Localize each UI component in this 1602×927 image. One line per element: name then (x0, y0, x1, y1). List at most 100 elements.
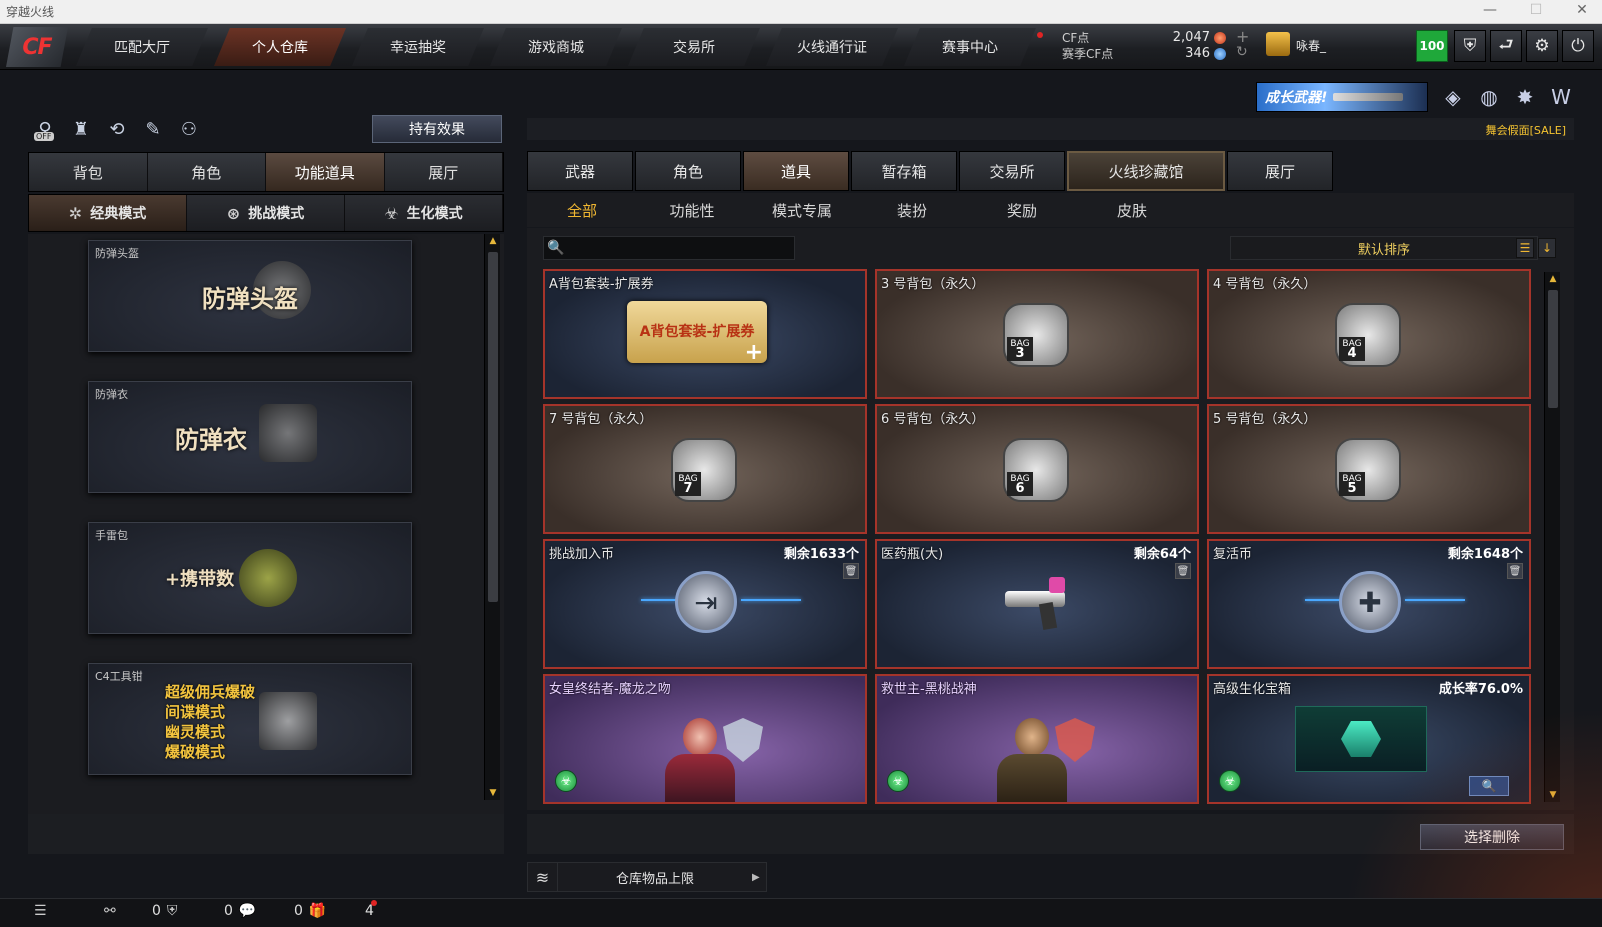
item-card[interactable]: 3 号背包（永久） BAG 3 (875, 269, 1199, 399)
badge-wing-icon[interactable]: ✸ (1512, 84, 1538, 110)
trash-icon[interactable]: 🗑 (1175, 563, 1191, 579)
level-badge[interactable]: 100 (1416, 30, 1448, 62)
item-card[interactable]: 4 号背包（永久） BAG 4 (1207, 269, 1531, 399)
logo-text: CF (22, 34, 52, 60)
scroll-thumb[interactable] (1548, 290, 1558, 408)
nav-tab-match-lobby[interactable]: 匹配大厅 (76, 28, 208, 66)
subtab-skins[interactable]: 皮肤 (1077, 193, 1187, 227)
notification-dot (371, 900, 377, 906)
equipment-vest[interactable]: 防弹衣 防弹衣 (88, 381, 412, 493)
sale-text[interactable]: 舞会假面[SALE] (1486, 122, 1566, 138)
shield-small-icon[interactable]: ⛨ (167, 903, 178, 919)
tab-character[interactable]: 角色 (635, 151, 741, 191)
season-cf-label: 赛季CF点 (1062, 47, 1114, 61)
friends-status[interactable]: ⚯ (104, 903, 116, 919)
left-scrollbar[interactable]: ▲ ▼ (484, 234, 500, 800)
history-icon[interactable]: ⟲ (102, 114, 132, 144)
item-card[interactable]: 复活币 剩余1648个 🗑 ✚ (1207, 539, 1531, 669)
maximize-icon[interactable]: ☐ (1518, 2, 1554, 18)
close-icon[interactable]: ✕ (1564, 2, 1600, 18)
magnify-icon[interactable]: 🔍 (1469, 776, 1509, 796)
mode-challenge[interactable]: ⊛ 挑战模式 (187, 195, 345, 231)
tab-collection-hall[interactable]: 火线珍藏馆 (1067, 151, 1225, 191)
nav-tab-events[interactable]: 赛事中心 (904, 28, 1036, 66)
cf-logo[interactable]: CF (6, 27, 68, 67)
scroll-up-icon[interactable]: ▲ (485, 234, 501, 248)
tab-weapons[interactable]: 武器 (527, 151, 633, 191)
gear-icon[interactable]: ⚙ (1526, 30, 1558, 62)
item-card[interactable]: 5 号背包（永久） BAG 5 (1207, 404, 1531, 534)
rank-avatar[interactable] (1266, 32, 1290, 56)
scroll-up-icon[interactable]: ▲ (1545, 272, 1561, 286)
power-icon[interactable]: ⏻ (1562, 30, 1594, 62)
tab-storage-box[interactable]: 暂存箱 (851, 151, 957, 191)
refresh-icon[interactable]: ↻ (1236, 44, 1248, 60)
item-card[interactable]: A背包套装-扩展券 A背包套装-扩展券 + (543, 269, 867, 399)
nav-tab-exchange[interactable]: 交易所 (628, 28, 760, 66)
chat-icon[interactable]: 💬 (239, 903, 256, 919)
nav-tab-lottery[interactable]: 幸运抽奖 (352, 28, 484, 66)
expansion-ticket-text: A背包套装-扩展券 (639, 324, 755, 340)
gun-cap (1049, 577, 1065, 593)
warehouse-capacity[interactable]: ≋ 仓库物品上限 ▶ (527, 862, 767, 892)
item-grid-scrollbar[interactable]: ▲ ▼ (1544, 272, 1560, 802)
search-input[interactable] (568, 237, 794, 259)
tab-exchange[interactable]: 交易所 (959, 151, 1065, 191)
trash-icon[interactable]: 🗑 (843, 563, 859, 579)
tab-functional-items[interactable]: 功能道具 (266, 153, 385, 191)
badge-v-icon[interactable]: ◈ (1440, 84, 1466, 110)
scroll-down-icon[interactable]: ▼ (1545, 788, 1561, 802)
gift-icon[interactable]: 🎁 (309, 903, 326, 919)
subtab-all[interactable]: 全部 (527, 193, 637, 227)
item-card[interactable]: 救世主-黑桃战神 ☣ (875, 674, 1199, 804)
sort-direction-icon[interactable]: ↓ (1538, 238, 1556, 258)
scroll-down-icon[interactable]: ▼ (485, 786, 501, 800)
select-delete-button[interactable]: 选择删除 (1420, 824, 1564, 850)
equipment-title: 防弹头盔 (202, 284, 298, 313)
hold-effect-button[interactable]: 持有效果 (372, 115, 502, 143)
trash-icon[interactable]: 🗑 (1507, 563, 1523, 579)
menu-list-icon[interactable]: ☰ (34, 903, 47, 919)
item-card[interactable]: 医药瓶(大) 剩余64个 🗑 (875, 539, 1199, 669)
edit-icon[interactable]: ✎ (138, 114, 168, 144)
c4-modes: 超级佣兵爆破 间谍模式 幽灵模式 爆破模式 (165, 682, 255, 762)
equipment-c4-pliers[interactable]: C4工具钳 超级佣兵爆破 间谍模式 幽灵模式 爆破模式 (88, 663, 412, 775)
nav-tab-pass[interactable]: 火线通行证 (766, 28, 898, 66)
mouse-icon[interactable]: ⚇ (174, 114, 204, 144)
subtab-mode-exclusive[interactable]: 模式专属 (747, 193, 857, 227)
return-icon[interactable]: ⮐ (1490, 30, 1522, 62)
mode-classic-label: 经典模式 (90, 206, 147, 222)
list-view-icon[interactable]: ☰ (1516, 238, 1534, 258)
emblem-shield (723, 718, 763, 762)
tab-items[interactable]: 道具 (743, 151, 849, 191)
subtab-functional[interactable]: 功能性 (637, 193, 747, 227)
item-card[interactable]: 高级生化宝箱 成长率76.0% ☣ 🔍 (1207, 674, 1531, 804)
sort-dropdown[interactable]: 默认排序 (1230, 236, 1538, 260)
nav-tab-shop[interactable]: 游戏商城 (490, 28, 622, 66)
item-card[interactable]: 7 号背包（永久） BAG 7 (543, 404, 867, 534)
badge-globe-icon[interactable]: ◍ (1476, 84, 1502, 110)
subtab-rewards[interactable]: 奖励 (967, 193, 1077, 227)
equipment-tag: C4工具钳 (95, 670, 143, 683)
equipment-helmet[interactable]: 防弹头盔 防弹头盔 (88, 240, 412, 352)
equipment-grenade-pack[interactable]: 手雷包 +携带数 (88, 522, 412, 634)
trophy-icon[interactable]: ♜ (66, 114, 96, 144)
item-card[interactable]: 女皇终结者-魔龙之吻 ☣ (543, 674, 867, 804)
toggle-off-icon[interactable]: ⚲ OFF (30, 114, 60, 144)
growth-weapon-banner[interactable]: 成长武器! (1256, 82, 1428, 112)
shield-icon[interactable]: ⛨ (1454, 30, 1486, 62)
tab-showroom[interactable]: 展厅 (384, 153, 503, 191)
minimize-icon[interactable]: — (1472, 2, 1508, 18)
item-card[interactable]: 挑战加入币 剩余1633个 🗑 ⇥ (543, 539, 867, 669)
tab-showroom[interactable]: 展厅 (1227, 151, 1333, 191)
item-card[interactable]: 6 号背包（永久） BAG 6 (875, 404, 1199, 534)
tab-character[interactable]: 角色 (147, 153, 266, 191)
badge-w-icon[interactable]: W (1548, 84, 1574, 110)
tab-backpack[interactable]: 背包 (29, 153, 148, 191)
cf-label: CF点 (1062, 31, 1090, 45)
mode-biochemical[interactable]: ☣ 生化模式 (345, 195, 503, 231)
scroll-thumb[interactable] (488, 252, 498, 602)
nav-tab-warehouse[interactable]: 个人仓库 (214, 28, 346, 66)
subtab-dress-up[interactable]: 装扮 (857, 193, 967, 227)
mode-classic[interactable]: ✲ 经典模式 (29, 195, 187, 231)
